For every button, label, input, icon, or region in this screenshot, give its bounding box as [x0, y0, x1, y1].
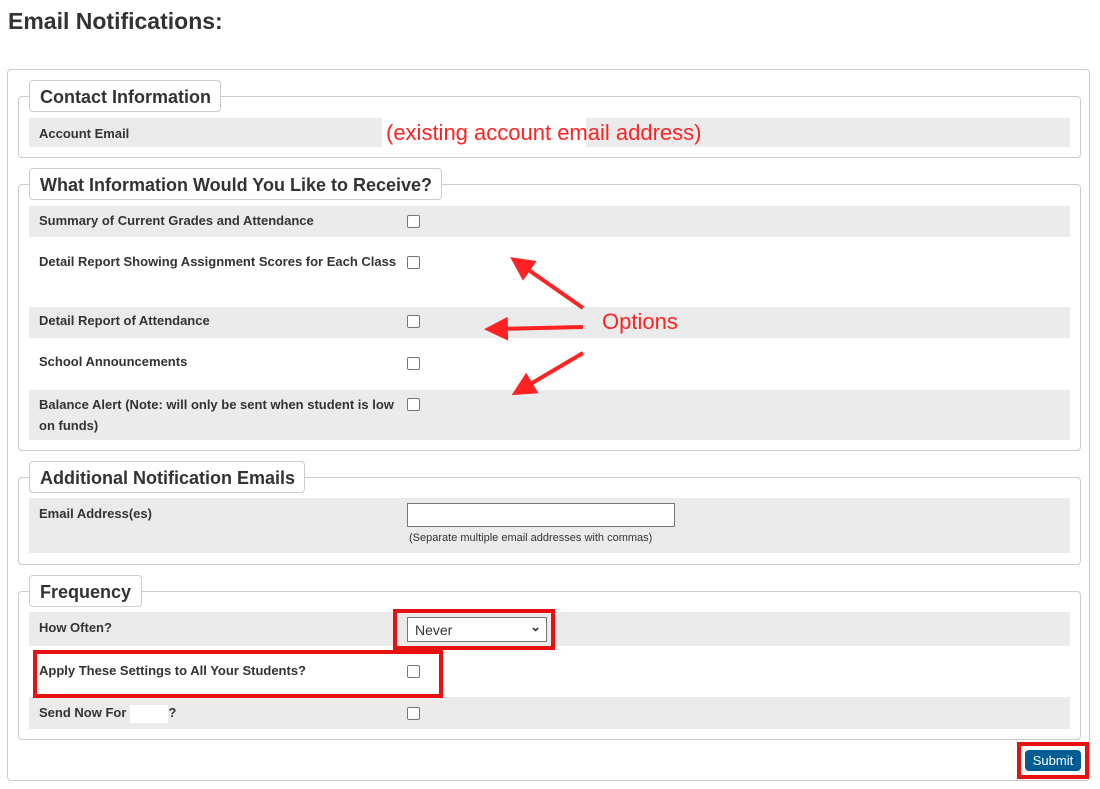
option-label: Detail Report of Attendance: [39, 313, 210, 328]
account-email-label: Account Email: [39, 126, 130, 141]
email-row: Email Address(es) (Separate multiple ema…: [29, 498, 1070, 553]
receive-legend: What Information Would You Like to Recei…: [29, 168, 442, 200]
send-now-label: Send Now For: [39, 705, 127, 720]
option-checkbox[interactable]: [407, 398, 420, 411]
highlight-box: [1017, 742, 1089, 779]
options-annotation: Options: [602, 309, 678, 334]
annotation-arrows: [484, 257, 585, 396]
option-label: Summary of Current Grades and Attendance: [39, 213, 314, 228]
option-checkbox[interactable]: [407, 357, 420, 370]
email-label: Email Address(es): [39, 506, 152, 521]
option-label: School Announcements: [39, 354, 188, 369]
contact-legend: Contact Information: [29, 80, 221, 112]
option-checkbox[interactable]: [407, 256, 420, 269]
redacted-student-name: [130, 704, 169, 723]
how-often-label: How Often?: [39, 620, 112, 635]
send-now-checkbox[interactable]: [407, 707, 420, 720]
page-title: Email Notifications:: [8, 8, 223, 34]
email-input[interactable]: [407, 503, 675, 527]
account-email-row: Account Email (existing account email ad…: [29, 118, 1070, 147]
arrow-icon: [510, 257, 585, 310]
option-row: Summary of Current Grades and Attendance: [29, 206, 1070, 237]
send-now-label-wrap: Send Now For?: [39, 702, 399, 723]
option-checkbox[interactable]: [407, 215, 420, 228]
email-hint: (Separate multiple email addresses with …: [409, 532, 653, 544]
send-now-row: Send Now For?: [29, 697, 1070, 729]
account-email-annotation: (existing account email address): [386, 120, 702, 145]
additional-legend: Additional Notification Emails: [29, 461, 305, 493]
arrow-icon: [484, 316, 584, 341]
arrow-icon: [511, 351, 585, 396]
option-label: Detail Report Showing Assignment Scores …: [39, 254, 397, 269]
highlight-box: [393, 609, 555, 650]
option-checkbox[interactable]: [407, 315, 420, 328]
option-label: Balance Alert (Note: will only be sent w…: [39, 397, 394, 433]
highlight-box: [33, 650, 443, 698]
send-now-suffix: ?: [168, 705, 177, 720]
frequency-legend: Frequency: [29, 575, 142, 607]
